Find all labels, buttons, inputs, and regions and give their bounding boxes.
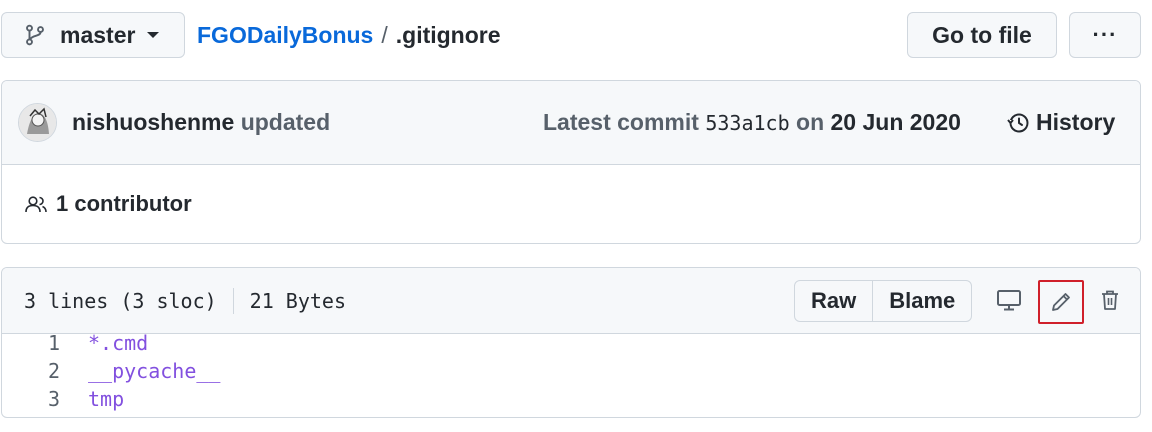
file-info-divider bbox=[232, 288, 234, 314]
breadcrumb: FGODailyBonus / .gitignore bbox=[197, 20, 501, 50]
raw-blame-button-group: Raw Blame bbox=[794, 280, 973, 322]
branch-name: master bbox=[60, 21, 136, 48]
git-branch-icon bbox=[26, 24, 44, 46]
latest-commit-label: Latest commit bbox=[543, 109, 699, 135]
file-size: 21 Bytes bbox=[249, 289, 346, 313]
line-number[interactable]: 1 bbox=[2, 331, 88, 355]
history-link[interactable]: History bbox=[1006, 109, 1115, 136]
breadcrumb-repo-link[interactable]: FGODailyBonus bbox=[197, 22, 373, 49]
people-icon bbox=[25, 196, 47, 213]
pencil-icon bbox=[1052, 293, 1070, 311]
go-to-file-button[interactable]: Go to file bbox=[907, 12, 1057, 58]
commit-author-link[interactable]: nishuoshenme bbox=[72, 109, 234, 135]
delete-file-button[interactable] bbox=[1089, 280, 1131, 320]
code-line: 1 *.cmd bbox=[2, 329, 148, 357]
history-label: History bbox=[1036, 109, 1116, 135]
latest-commit-info: Latest commit 533a1cb on 20 Jun 2020 bbox=[543, 109, 961, 136]
history-icon bbox=[1007, 113, 1029, 132]
avatar[interactable] bbox=[18, 103, 57, 142]
file-header: 3 lines (3 sloc) 21 Bytes Raw Blame bbox=[2, 268, 1140, 334]
raw-button[interactable]: Raw bbox=[795, 281, 872, 321]
line-content: __pycache__ bbox=[88, 359, 221, 383]
breadcrumb-file-name: .gitignore bbox=[395, 21, 501, 48]
commit-box: nishuoshenme updated Latest commit 533a1… bbox=[1, 80, 1141, 244]
file-line-count: 3 lines (3 sloc) bbox=[24, 289, 217, 313]
file-viewer: 3 lines (3 sloc) 21 Bytes Raw Blame 1 *.… bbox=[1, 267, 1141, 418]
commit-header: nishuoshenme updated Latest commit 533a1… bbox=[2, 81, 1140, 165]
more-options-button[interactable]: ··· bbox=[1069, 12, 1141, 58]
line-number[interactable]: 3 bbox=[2, 387, 88, 411]
contributors-label: 1 contributor bbox=[56, 191, 192, 216]
commit-date: 20 Jun 2020 bbox=[830, 109, 961, 135]
open-desktop-button[interactable] bbox=[988, 280, 1030, 320]
edit-file-button[interactable] bbox=[1038, 280, 1084, 324]
commit-message[interactable]: updated bbox=[241, 109, 330, 135]
commit-on-label: on bbox=[796, 109, 825, 135]
desktop-icon bbox=[997, 290, 1021, 311]
breadcrumb-separator: / bbox=[381, 21, 388, 48]
blame-button[interactable]: Blame bbox=[872, 281, 971, 321]
code-line: 2 __pycache__ bbox=[2, 357, 221, 385]
contributors-row[interactable]: 1 contributor bbox=[24, 191, 192, 217]
line-number[interactable]: 2 bbox=[2, 359, 88, 383]
trash-icon bbox=[1102, 290, 1118, 310]
file-info: 3 lines (3 sloc) 21 Bytes bbox=[24, 288, 346, 314]
branch-selector-button[interactable]: master bbox=[1, 12, 185, 58]
chevron-down-icon bbox=[147, 32, 160, 38]
commit-author-line: nishuoshenme updated bbox=[72, 109, 330, 136]
commit-sha-link[interactable]: 533a1cb bbox=[705, 111, 789, 135]
line-content: tmp bbox=[88, 387, 125, 411]
line-content: *.cmd bbox=[88, 331, 149, 355]
code-line: 3 tmp bbox=[2, 385, 124, 413]
